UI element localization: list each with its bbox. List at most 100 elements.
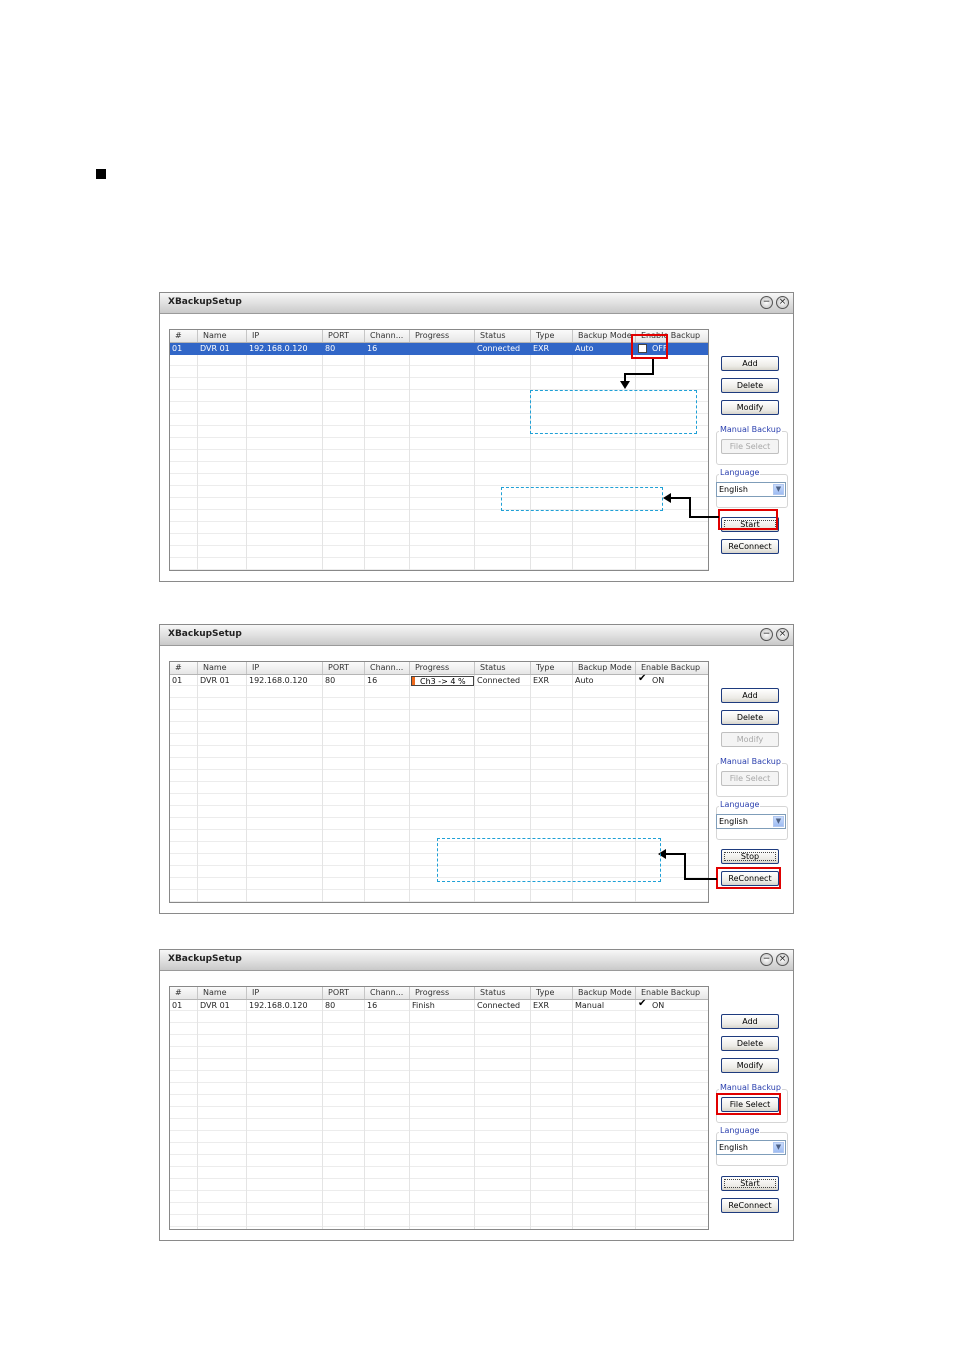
arrow-line	[670, 497, 691, 499]
checkmark-icon[interactable]: ✔	[638, 673, 646, 685]
cell-progress: Finish	[412, 1001, 435, 1010]
list-header: # Name IP PORT Chann... Progress Status …	[170, 662, 708, 675]
manual-backup-label: Manual Backup	[719, 1083, 782, 1092]
file-select-button[interactable]: File Select	[721, 771, 779, 786]
cell-status: Connected	[477, 344, 521, 353]
close-icon[interactable]: ×	[776, 628, 789, 641]
window-title: XBackupSetup	[168, 954, 242, 964]
checkmark-icon[interactable]: ✔	[638, 998, 646, 1010]
col-header-backup-mode[interactable]: Backup Mode	[573, 987, 636, 999]
language-select[interactable]: English ▼	[716, 1140, 786, 1155]
highlight-file-select-button	[716, 1093, 781, 1115]
col-header-backup-mode[interactable]: Backup Mode	[573, 662, 636, 674]
col-header-name[interactable]: Name	[198, 330, 247, 342]
arrow-line	[624, 373, 654, 375]
add-button[interactable]: Add	[721, 356, 779, 371]
start-button[interactable]: Start	[721, 1176, 779, 1191]
col-header-progress[interactable]: Progress	[410, 987, 475, 999]
col-header-num[interactable]: #	[170, 330, 198, 342]
cell-channels: 16	[367, 1001, 378, 1010]
minimize-icon[interactable]: −	[760, 296, 773, 309]
reconnect-button[interactable]: ReConnect	[721, 539, 779, 554]
col-header-port[interactable]: PORT	[323, 662, 365, 674]
delete-button[interactable]: Delete	[721, 1036, 779, 1051]
col-header-progress[interactable]: Progress	[410, 330, 475, 342]
delete-button[interactable]: Delete	[721, 378, 779, 393]
arrow-line	[666, 853, 686, 855]
col-header-name[interactable]: Name	[198, 987, 247, 999]
dvr-list[interactable]: # Name IP PORT Chann... Progress Status …	[169, 986, 709, 1230]
close-icon[interactable]: ×	[776, 296, 789, 309]
modify-button[interactable]: Modify	[721, 1058, 779, 1073]
arrow-line	[684, 878, 717, 880]
file-select-button[interactable]: File Select	[721, 439, 779, 454]
callout-box	[437, 838, 661, 882]
modify-button[interactable]: Modify	[721, 732, 779, 747]
language-label: Language	[719, 468, 761, 477]
add-button[interactable]: Add	[721, 1014, 779, 1029]
cell-name: DVR 01	[200, 1001, 230, 1010]
table-row[interactable]: 01 DVR 01 192.168.0.120 80 16 Finish Con…	[170, 998, 708, 1012]
language-label: Language	[719, 1126, 761, 1135]
col-header-ip[interactable]: IP	[247, 987, 323, 999]
table-row[interactable]: 01 DVR 01 192.168.0.120 80 16 Ch3 -> 4 %…	[170, 673, 708, 687]
col-header-num[interactable]: #	[170, 987, 198, 999]
window-title: XBackupSetup	[168, 297, 242, 307]
cell-name: DVR 01	[200, 344, 230, 353]
col-header-type[interactable]: Type	[531, 987, 573, 999]
col-header-type[interactable]: Type	[531, 662, 573, 674]
stop-button[interactable]: Stop	[721, 849, 779, 864]
col-header-status[interactable]: Status	[475, 662, 531, 674]
col-header-channels[interactable]: Chann...	[365, 987, 410, 999]
col-header-type[interactable]: Type	[531, 330, 573, 342]
reconnect-button[interactable]: ReConnect	[721, 1198, 779, 1213]
cell-ip: 192.168.0.120	[249, 344, 308, 353]
arrow-line	[684, 853, 686, 880]
close-icon[interactable]: ×	[776, 953, 789, 966]
col-header-port[interactable]: PORT	[323, 987, 365, 999]
xbackup-window-3: XBackupSetup − × # Name IP PORT Chann...…	[159, 949, 794, 1241]
col-header-name[interactable]: Name	[198, 662, 247, 674]
col-header-backup-mode[interactable]: Backup Mode	[573, 330, 636, 342]
cell-backup-mode: Auto	[575, 676, 594, 685]
dvr-list[interactable]: # Name IP PORT Chann... Progress Status …	[169, 329, 709, 571]
col-header-progress[interactable]: Progress	[410, 662, 475, 674]
cell-channels: 16	[367, 344, 378, 353]
col-header-ip[interactable]: IP	[247, 330, 323, 342]
modify-button[interactable]: Modify	[721, 400, 779, 415]
cell-type: EXR	[533, 676, 550, 685]
cell-backup-mode: Manual	[575, 1001, 605, 1010]
table-row[interactable]: 01 DVR 01 192.168.0.120 80 16 Connected …	[170, 343, 708, 355]
cell-type: EXR	[533, 1001, 550, 1010]
col-header-status[interactable]: Status	[475, 330, 531, 342]
delete-button[interactable]: Delete	[721, 710, 779, 725]
chevron-down-icon[interactable]: ▼	[773, 1142, 784, 1153]
highlight-reconnect-button	[716, 867, 781, 889]
col-header-channels[interactable]: Chann...	[365, 662, 410, 674]
col-header-num[interactable]: #	[170, 662, 198, 674]
arrow-head-icon	[620, 381, 630, 389]
minimize-icon[interactable]: −	[760, 953, 773, 966]
cell-num: 01	[172, 344, 183, 353]
cell-ip: 192.168.0.120	[249, 676, 308, 685]
window-title: XBackupSetup	[168, 629, 242, 639]
progress-text: Ch3 -> 4 %	[420, 677, 466, 686]
language-select[interactable]: English ▼	[716, 814, 786, 829]
language-value: English	[719, 817, 748, 826]
callout-box	[530, 390, 697, 434]
col-header-port[interactable]: PORT	[323, 330, 365, 342]
language-value: English	[719, 485, 748, 494]
cell-port: 80	[325, 1001, 336, 1010]
cell-name: DVR 01	[200, 676, 230, 685]
col-header-enable-backup[interactable]: Enable Backup	[636, 987, 708, 999]
minimize-icon[interactable]: −	[760, 628, 773, 641]
col-header-channels[interactable]: Chann...	[365, 330, 410, 342]
language-select[interactable]: English ▼	[716, 482, 786, 497]
col-header-ip[interactable]: IP	[247, 662, 323, 674]
chevron-down-icon[interactable]: ▼	[773, 484, 784, 495]
col-header-status[interactable]: Status	[475, 987, 531, 999]
chevron-down-icon[interactable]: ▼	[773, 816, 784, 827]
col-header-enable-backup[interactable]: Enable Backup	[636, 662, 708, 674]
language-value: English	[719, 1143, 748, 1152]
add-button[interactable]: Add	[721, 688, 779, 703]
